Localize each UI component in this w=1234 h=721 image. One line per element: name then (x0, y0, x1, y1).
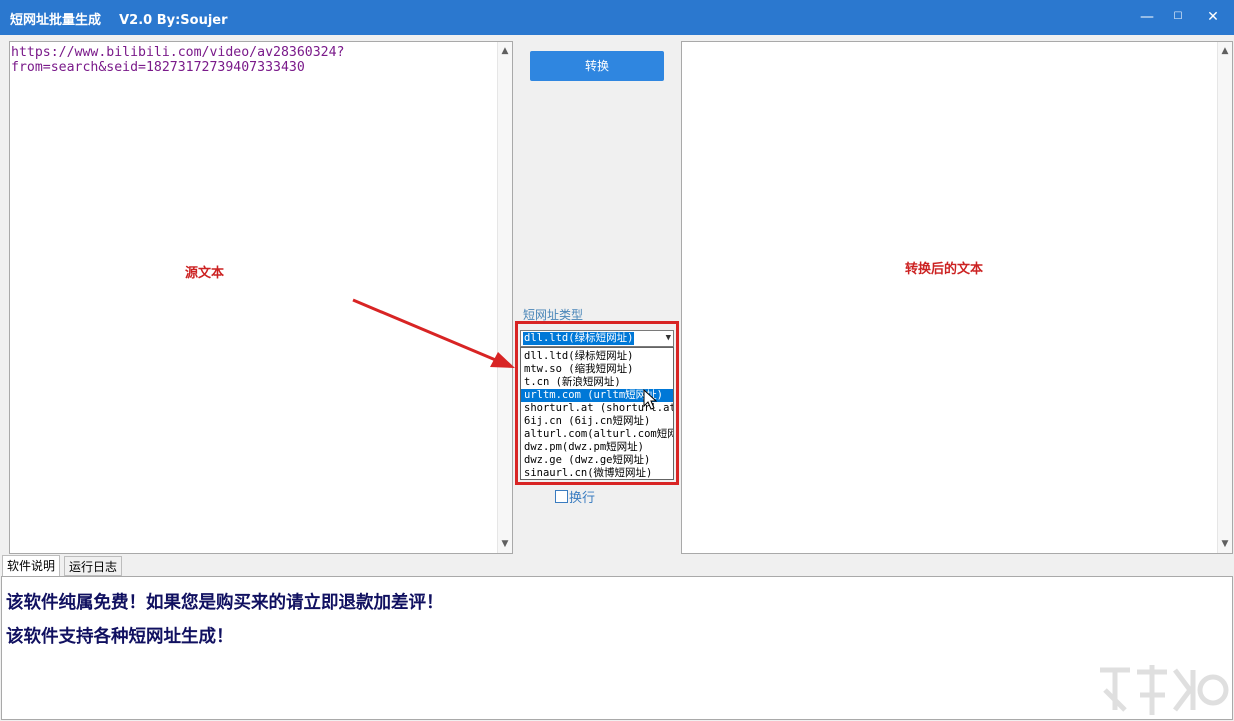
checkbox-icon[interactable] (555, 490, 568, 503)
tab-run-log[interactable]: 运行日志 (64, 556, 123, 576)
source-text-label: 源文本 (185, 266, 225, 281)
watermark-logo-icon (1100, 665, 1229, 715)
source-scrollbar[interactable]: ▲ ▼ (497, 42, 512, 553)
mouse-cursor-icon (643, 389, 657, 410)
tab-software-info[interactable]: 软件说明 (2, 555, 61, 577)
scroll-up-icon[interactable]: ▲ (1218, 44, 1232, 58)
minimize-button[interactable]: — (1135, 6, 1159, 28)
source-text-area[interactable]: https://www.bilibili.com/video/av2836032… (9, 41, 513, 554)
result-scrollbar[interactable]: ▲ ▼ (1217, 42, 1232, 553)
source-text-line: https://www.bilibili.com/video/av2836032… (11, 45, 345, 60)
wrap-checkbox[interactable]: 换行 (555, 487, 595, 506)
info-panel: 该软件纯属免费！如果您是购买来的请立即退款加差评！ 该软件支持各种短网址生成！ (1, 576, 1233, 720)
notice-line: 该软件支持各种短网址生成！ (6, 627, 234, 647)
close-button[interactable]: ✕ (1201, 6, 1225, 28)
window-title: 短网址批量生成 V2.0 By:Soujer (10, 13, 228, 28)
scroll-down-icon[interactable]: ▼ (1218, 537, 1232, 551)
result-text-label: 转换后的文本 (905, 262, 984, 277)
source-text-line: from=search&seid=18273172739407333430 (11, 60, 305, 75)
scroll-down-icon[interactable]: ▼ (498, 537, 512, 551)
scroll-up-icon[interactable]: ▲ (498, 44, 512, 58)
notice-line: 该软件纯属免费！如果您是购买来的请立即退款加差评！ (6, 593, 444, 613)
wrap-checkbox-label: 换行 (569, 491, 596, 506)
convert-button[interactable]: 转换 (530, 51, 664, 81)
maximize-button[interactable]: ☐ (1166, 6, 1190, 28)
result-text-area[interactable]: ▲ ▼ (681, 41, 1233, 554)
title-bar: 短网址批量生成 V2.0 By:Soujer — ☐ ✕ (0, 0, 1234, 35)
